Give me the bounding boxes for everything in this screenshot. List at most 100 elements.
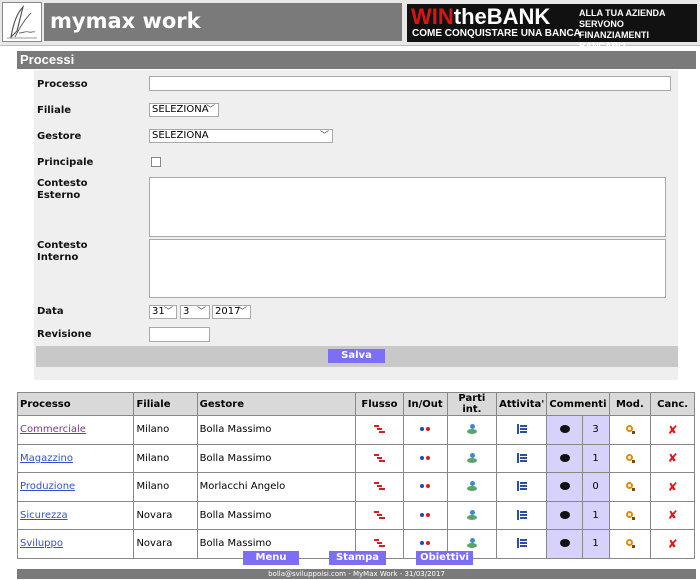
edit-magnifier-icon[interactable] [624, 453, 636, 463]
activity-list-icon[interactable] [516, 452, 528, 463]
flow-icon[interactable] [373, 510, 386, 520]
quill-logo-icon [2, 2, 42, 42]
filiale-select[interactable]: SELEZIONA ﹀ [149, 103, 219, 117]
principale-checkbox[interactable] [151, 157, 161, 167]
col-header-commenti: Commenti [546, 392, 610, 416]
people-icon[interactable] [466, 424, 478, 435]
cell-mod [608, 529, 652, 559]
cell-attivita [496, 529, 548, 559]
col-header-gestore: Gestore [196, 392, 357, 416]
cell-gestore: Bolla Massimo [196, 500, 357, 530]
col-header-parti: Parti int. [446, 392, 498, 416]
processo-link[interactable]: Commerciale [20, 424, 86, 435]
table-header-row: Processo Filiale Gestore Flusso In/Out P… [16, 392, 695, 416]
cell-parti [446, 472, 498, 502]
filiale-select-value: SELEZIONA [152, 104, 209, 115]
processo-link[interactable]: Produzione [20, 481, 75, 492]
comment-icon[interactable] [559, 453, 570, 462]
contesto-esterno-textarea[interactable] [149, 177, 666, 237]
processo-link[interactable]: Sicurezza [20, 510, 68, 521]
cell-flusso [355, 415, 404, 445]
in-out-icon[interactable] [419, 538, 431, 548]
flow-icon[interactable] [373, 453, 386, 463]
in-out-icon[interactable] [419, 424, 431, 434]
cell-processo: Magazzino [16, 443, 135, 473]
cell-filiale: Milano [133, 443, 198, 473]
in-out-icon[interactable] [419, 510, 431, 520]
gestore-select[interactable]: SELEZIONA ﹀ [149, 129, 333, 143]
cell-commenti-icon [546, 529, 583, 559]
cell-commenti-count: 1 [581, 529, 610, 559]
label-contesto-esterno: Contesto Esterno [37, 178, 88, 201]
edit-magnifier-icon[interactable] [624, 510, 636, 520]
cell-canc: ✘ [650, 443, 695, 473]
col-header-processo: Processo [16, 392, 135, 416]
edit-magnifier-icon[interactable] [624, 424, 636, 435]
cell-attivita [496, 415, 548, 445]
cell-commenti-count: 1 [581, 500, 610, 530]
day-select[interactable]: 31 ﹀ [149, 305, 177, 319]
processo-input[interactable] [149, 76, 671, 91]
edit-magnifier-icon[interactable] [624, 481, 636, 492]
obiettivi-button[interactable]: Obiettivi [416, 551, 473, 565]
revisione-input[interactable] [149, 327, 210, 342]
table-row: Produzione Milano Morlacchi Angelo 0 ✘ [16, 472, 695, 502]
in-out-icon[interactable] [419, 481, 431, 491]
comment-icon[interactable] [559, 510, 570, 519]
activity-list-icon[interactable] [516, 509, 528, 520]
delete-x-icon[interactable]: ✘ [668, 508, 678, 522]
comment-icon[interactable] [559, 425, 570, 434]
people-icon[interactable] [466, 538, 478, 549]
flow-icon[interactable] [373, 538, 386, 548]
table-row: Commerciale Milano Bolla Massimo 3 ✘ [16, 415, 695, 445]
save-button[interactable]: Salva [328, 349, 385, 363]
comment-icon[interactable] [559, 539, 570, 548]
cell-filiale: Milano [133, 415, 198, 445]
activity-list-icon[interactable] [516, 481, 528, 492]
edit-magnifier-icon[interactable] [624, 538, 636, 549]
cell-gestore: Morlacchi Angelo [196, 472, 357, 502]
label-contesto-interno: Contesto Interno [37, 240, 88, 263]
activity-list-icon[interactable] [516, 538, 528, 549]
menu-button[interactable]: Menu [243, 551, 299, 565]
people-icon[interactable] [466, 509, 478, 520]
cell-gestore: Bolla Massimo [196, 415, 357, 445]
cell-inout [402, 443, 448, 473]
delete-x-icon[interactable]: ✘ [668, 480, 678, 494]
delete-x-icon[interactable]: ✘ [668, 423, 678, 437]
processo-link[interactable]: Sviluppo [20, 538, 63, 549]
header: mymax work WINtheBANK COME CONQUISTARE U… [0, 0, 700, 51]
people-icon[interactable] [466, 452, 478, 463]
activity-list-icon[interactable] [516, 424, 528, 435]
cell-filiale: Novara [133, 500, 198, 530]
in-out-icon[interactable] [419, 453, 431, 463]
delete-x-icon[interactable]: ✘ [668, 537, 678, 551]
chevron-down-icon: ﹀ [237, 307, 247, 317]
delete-x-icon[interactable]: ✘ [668, 451, 678, 465]
people-icon[interactable] [466, 481, 478, 492]
label-filiale: Filiale [37, 105, 72, 116]
flow-icon[interactable] [373, 481, 386, 491]
label-revisione: Revisione [37, 329, 92, 340]
cell-commenti-icon [546, 443, 583, 473]
cell-attivita [496, 443, 548, 473]
label-data: Data [37, 306, 64, 317]
cell-canc: ✘ [650, 415, 695, 445]
label-processo: Processo [37, 79, 88, 90]
cell-canc: ✘ [650, 472, 695, 502]
stampa-button[interactable]: Stampa [329, 551, 386, 565]
flow-icon[interactable] [373, 424, 386, 434]
banner-headline: WINtheBANK [411, 4, 551, 29]
chevron-down-icon: ﹀ [319, 131, 329, 141]
year-select-value: 2017 [215, 306, 241, 317]
col-header-flusso: Flusso [355, 392, 404, 416]
comment-icon[interactable] [559, 482, 570, 491]
ad-banner[interactable]: WINtheBANK COME CONQUISTARE UNA BANCA AL… [407, 4, 697, 51]
processo-link[interactable]: Magazzino [20, 453, 73, 464]
chevron-down-icon: ﹀ [196, 307, 206, 317]
year-select[interactable]: 2017 ﹀ [212, 305, 251, 319]
month-select[interactable]: 3 ﹀ [180, 305, 210, 319]
contesto-interno-textarea[interactable] [149, 239, 666, 298]
cell-processo: Commerciale [16, 415, 135, 445]
cell-processo: Sviluppo [16, 529, 135, 559]
